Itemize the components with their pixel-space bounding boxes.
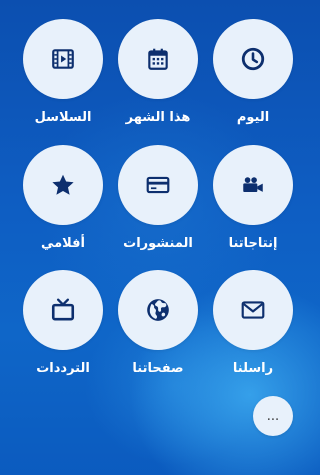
menu-item-label: إنتاجاتنا — [228, 236, 278, 251]
menu-item-circle[interactable] — [23, 145, 103, 225]
menu-item-label: المنشورات — [123, 236, 193, 251]
menu-item-today[interactable]: اليوم — [205, 19, 301, 129]
clock-icon — [240, 46, 266, 72]
menu-item-circle[interactable] — [118, 145, 198, 225]
menu-item-productions[interactable]: إنتاجاتنا — [205, 145, 301, 255]
menu-item-circle[interactable] — [213, 145, 293, 225]
menu-item-circle[interactable] — [23, 270, 103, 350]
menu-item-my-movies[interactable]: أفلامي — [15, 145, 111, 255]
menu-item-circle[interactable] — [118, 270, 198, 350]
tv-icon — [50, 297, 76, 323]
menu-item-our-pages[interactable]: صفحاتنا — [110, 270, 206, 380]
video-camera-icon — [240, 172, 266, 198]
menu-item-series[interactable]: السلاسل — [15, 19, 111, 129]
envelope-icon — [240, 297, 266, 323]
menu-item-circle[interactable] — [213, 19, 293, 99]
star-icon — [50, 172, 76, 198]
menu-item-label: الترددات — [36, 361, 90, 376]
film-icon — [50, 46, 76, 72]
globe-icon — [145, 297, 171, 323]
menu-item-circle[interactable] — [23, 19, 103, 99]
menu-item-label: صفحاتنا — [132, 361, 184, 376]
menu-item-this-month[interactable]: هذا الشهر — [110, 19, 206, 129]
menu-item-publications[interactable]: المنشورات — [110, 145, 206, 255]
menu-item-label: راسلنا — [232, 361, 274, 376]
credit-card-icon — [145, 172, 171, 198]
menu-item-label: اليوم — [236, 110, 270, 125]
menu-item-circle[interactable] — [118, 19, 198, 99]
more-button[interactable]: ... — [253, 396, 293, 436]
menu-item-label: السلاسل — [34, 110, 92, 125]
menu-item-label: أفلامي — [40, 236, 86, 251]
menu-item-label: هذا الشهر — [125, 110, 191, 125]
more-label: ... — [266, 408, 280, 424]
calendar-icon — [145, 46, 171, 72]
menu-item-contact-us[interactable]: راسلنا — [205, 270, 301, 380]
menu-item-frequencies[interactable]: الترددات — [15, 270, 111, 380]
menu-item-circle[interactable] — [213, 270, 293, 350]
